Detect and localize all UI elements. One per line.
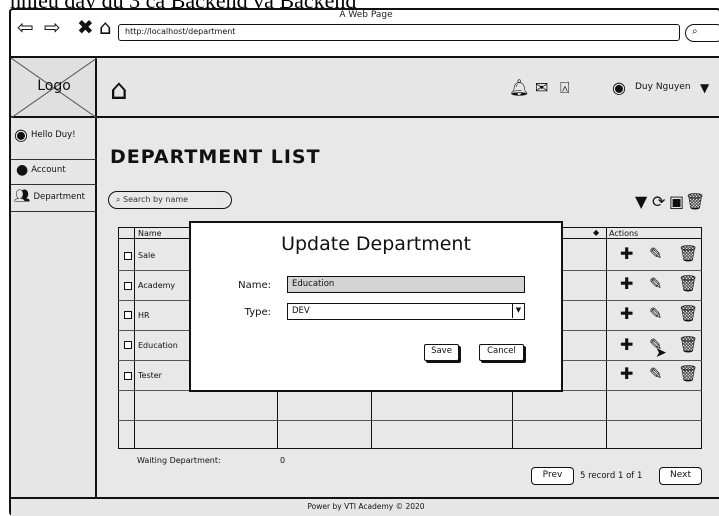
table-column-divider bbox=[606, 227, 607, 449]
trash-icon[interactable]: 🗑︎ bbox=[685, 194, 705, 210]
sidebar-item-label: Department bbox=[33, 191, 85, 202]
forward-arrow-icon[interactable]: ⇨ bbox=[44, 17, 61, 37]
pencil-icon[interactable]: ✎ bbox=[649, 276, 662, 292]
row-name: HR bbox=[138, 311, 150, 320]
row-name: Tester bbox=[138, 371, 162, 380]
user-icon[interactable]: ◉ bbox=[612, 80, 626, 96]
name-field[interactable]: Education bbox=[287, 276, 525, 293]
sort-icon[interactable]: ◆ bbox=[593, 228, 599, 237]
waiting-count: 0 bbox=[280, 456, 286, 465]
search-placeholder: Search by name bbox=[123, 195, 189, 204]
row-name: Sale bbox=[138, 251, 156, 260]
add-icon[interactable]: ✚ bbox=[620, 306, 633, 322]
sidebar-item-department[interactable]: 👥︎ Department bbox=[14, 189, 85, 204]
next-button[interactable]: Next bbox=[659, 467, 702, 485]
table-header-actions: Actions bbox=[609, 229, 639, 238]
search-icon: ⌕ bbox=[116, 195, 124, 204]
row-checkbox[interactable] bbox=[124, 372, 132, 380]
home-icon[interactable]: ⌂ bbox=[99, 17, 112, 37]
row-checkbox[interactable] bbox=[124, 311, 132, 319]
name-label: Name: bbox=[238, 280, 271, 291]
cursor-icon: ➤ bbox=[655, 345, 667, 361]
add-icon[interactable]: ✚ bbox=[620, 337, 633, 353]
add-icon[interactable]: ✚ bbox=[620, 246, 633, 262]
chevron-down-icon[interactable]: ▼ bbox=[700, 80, 709, 96]
url-bar[interactable]: http://localhost/department bbox=[118, 24, 680, 41]
add-icon[interactable]: ✚ bbox=[620, 276, 633, 292]
footer: Power by VTI Academy © 2020 bbox=[11, 497, 719, 516]
add-icon[interactable]: ✚ bbox=[620, 366, 633, 382]
sidebar-item-label: Hello Duy! bbox=[30, 129, 76, 140]
pencil-icon[interactable]: ✎ bbox=[649, 306, 662, 322]
waiting-label: Waiting Department: bbox=[137, 456, 221, 465]
table-header-name[interactable]: Name bbox=[138, 229, 162, 238]
table-column-divider bbox=[134, 227, 135, 449]
trash-icon[interactable]: 🗑︎ bbox=[678, 246, 698, 262]
sidebar-divider bbox=[11, 184, 97, 185]
user-icon: ● bbox=[16, 162, 29, 178]
row-name: Academy bbox=[138, 281, 176, 290]
type-select[interactable]: DEV ▼ bbox=[287, 303, 525, 320]
type-select-value: DEV bbox=[292, 306, 310, 316]
sidebar-divider bbox=[11, 159, 97, 160]
bell-icon[interactable]: 🔔︎ bbox=[509, 80, 529, 96]
pencil-icon[interactable]: ✎ bbox=[649, 246, 662, 262]
refresh-icon[interactable]: ⟳ bbox=[652, 194, 665, 210]
table-row-divider bbox=[118, 420, 702, 421]
trash-icon[interactable]: 🗑︎ bbox=[678, 337, 698, 353]
search-icon[interactable]: ⌕ bbox=[685, 24, 719, 42]
trash-icon[interactable]: 🗑︎ bbox=[678, 276, 698, 292]
record-info: 5 record 1 of 1 bbox=[580, 471, 643, 481]
window-title: A Web Page bbox=[339, 10, 393, 20]
close-icon[interactable]: ✖ bbox=[77, 17, 94, 37]
modal-title: Update Department bbox=[281, 233, 471, 255]
pencil-icon[interactable]: ✎ bbox=[649, 366, 662, 382]
logo-text: Logo bbox=[37, 78, 71, 94]
row-checkbox[interactable] bbox=[124, 341, 132, 349]
chevron-down-icon: ▼ bbox=[512, 303, 524, 318]
row-checkbox[interactable] bbox=[124, 282, 132, 290]
row-checkbox[interactable] bbox=[124, 252, 132, 260]
page-title: DEPARTMENT LIST bbox=[110, 146, 321, 168]
cancel-button[interactable]: Cancel bbox=[479, 344, 524, 361]
group-icon: 👥︎ bbox=[14, 189, 31, 204]
trash-icon[interactable]: 🗑︎ bbox=[678, 306, 698, 322]
sidebar-divider bbox=[11, 211, 97, 212]
prev-button[interactable]: Prev bbox=[531, 467, 574, 485]
save-button[interactable]: Save bbox=[424, 344, 459, 361]
back-arrow-icon[interactable]: ⇦ bbox=[17, 17, 34, 37]
user-icon: ◉ bbox=[14, 125, 28, 144]
home-icon[interactable]: ⌂ bbox=[110, 76, 128, 104]
sidebar-item-greeting: ◉ Hello Duy! bbox=[14, 125, 76, 144]
mail-icon[interactable]: ✉ bbox=[535, 80, 548, 96]
trash-icon[interactable]: 🗑︎ bbox=[678, 366, 698, 382]
sidebar-item-label: Account bbox=[31, 165, 66, 175]
filter-icon[interactable]: ▼ bbox=[635, 194, 647, 210]
user-name[interactable]: Duy Nguyen bbox=[635, 82, 691, 92]
type-label: Type: bbox=[244, 307, 271, 318]
translate-icon[interactable]: ⍓ bbox=[560, 80, 570, 96]
add-icon[interactable]: ▣ bbox=[669, 194, 684, 210]
row-name: Education bbox=[138, 341, 178, 350]
search-input[interactable]: ⌕ Search by name bbox=[108, 191, 232, 209]
sidebar-item-account[interactable]: ● Account bbox=[16, 162, 66, 178]
